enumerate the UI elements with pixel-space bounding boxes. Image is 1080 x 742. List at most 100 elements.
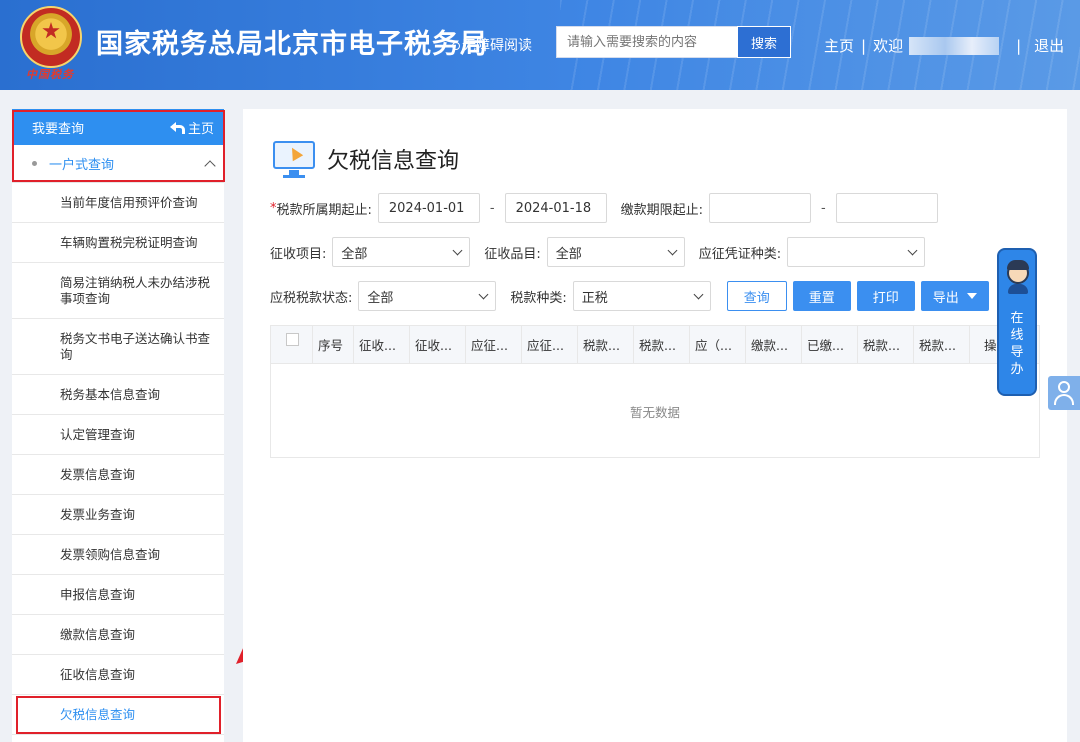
sidebar-item-arrears-query[interactable]: 欠税信息查询: [12, 695, 224, 735]
levy-product-value: 全部: [555, 246, 582, 262]
tax-type-select[interactable]: 正税: [572, 281, 711, 311]
main-panel: 欠税信息查询 * 税款所属期起止: 2024-01-01 - 2024-01-1…: [243, 109, 1067, 742]
sidebar-title: 我要查询: [32, 121, 85, 137]
status-label: 应税税款状态:: [270, 290, 353, 306]
chevron-down-icon: [693, 289, 704, 299]
reset-button[interactable]: 重置: [792, 281, 851, 311]
sidebar-group-one-stop-query[interactable]: 一户式查询: [12, 145, 224, 183]
column-header: 缴款...: [746, 326, 802, 363]
voucher-type-select[interactable]: [787, 237, 926, 267]
chevron-down-icon: [907, 245, 918, 255]
sidebar-item[interactable]: 申报信息查询: [12, 575, 224, 615]
site-header: 中国税务 国家税务总局北京市电子税务局 无障碍阅读 搜索 主页 | 欢迎 | 退出: [0, 0, 1080, 90]
sidebar-item[interactable]: 税务文书电子送达确认书查询: [12, 319, 224, 375]
deadline-start-input[interactable]: [708, 193, 811, 223]
sidebar-list: 当前年度信用预评价查询 车辆购置税完税证明查询 简易注销纳税人未办结涉税事项查询…: [12, 183, 224, 735]
export-button[interactable]: 导出: [920, 281, 989, 311]
online-guide-label: 在线导办: [1010, 311, 1024, 377]
table-header: 序号 征收... 征收... 应征... 应征... 税款... 税款... 应…: [271, 326, 1039, 364]
bullet-icon: [32, 161, 37, 166]
online-guide-widget[interactable]: 在线导办: [997, 248, 1037, 396]
form-row-status: 应税税款状态: 全部 税款种类: 正税 查询 重置 打印 导出: [270, 281, 989, 311]
sidebar-item[interactable]: 发票领购信息查询: [12, 535, 224, 575]
levy-product-label: 征收品目:: [484, 246, 541, 262]
column-header: 已缴...: [802, 326, 858, 363]
guide-avatar-icon: [1004, 258, 1032, 294]
tax-type-value: 正税: [581, 290, 608, 306]
sidebar: 我要查询 主页 一户式查询 当前年度信用预评价查询 车辆购置税完税证明查询 简易…: [12, 109, 224, 742]
column-header: 税款...: [634, 326, 690, 363]
sidebar-home-label: 主页: [187, 121, 214, 137]
column-header: 税款...: [858, 326, 914, 363]
page-title: 欠税信息查询: [327, 149, 460, 174]
period-start-input[interactable]: 2024-01-01: [377, 193, 480, 223]
back-arrow-icon: [169, 122, 185, 134]
top-nav: 主页 | 欢迎 | 退出: [824, 35, 1064, 56]
arrears-table: 序号 征收... 征收... 应征... 应征... 税款... 税款... 应…: [270, 325, 1040, 458]
select-all-cell: [271, 326, 313, 363]
sidebar-home-link[interactable]: 主页: [169, 118, 214, 137]
column-header: 征收...: [410, 326, 466, 363]
chevron-up-icon: [204, 159, 216, 172]
sidebar-item[interactable]: 发票信息查询: [12, 455, 224, 495]
sidebar-item[interactable]: 当前年度信用预评价查询: [12, 183, 224, 223]
accessibility-icon: [452, 42, 460, 50]
sidebar-item[interactable]: 简易注销纳税人未办结涉税事项查询: [12, 263, 224, 319]
logout-link[interactable]: 退出: [1034, 37, 1064, 55]
national-emblem-icon[interactable]: [20, 6, 82, 68]
period-label: 税款所属期起止:: [276, 202, 372, 218]
accessibility-label: 无障碍阅读: [462, 38, 532, 54]
column-header: 应征...: [466, 326, 522, 363]
column-header: 税款...: [578, 326, 634, 363]
levy-item-value: 全部: [341, 246, 368, 262]
column-header: 应（...: [690, 326, 746, 363]
sidebar-group-label: 一户式查询: [49, 158, 115, 173]
caret-down-icon: [966, 293, 977, 299]
query-button[interactable]: 查询: [726, 281, 787, 311]
column-header: 序号: [313, 326, 354, 363]
nav-separator: |: [861, 36, 867, 55]
levy-item-select[interactable]: 全部: [332, 237, 471, 267]
page-header: 欠税信息查询: [271, 139, 459, 179]
checkbox-icon[interactable]: [286, 333, 299, 346]
range-dash: -: [820, 200, 826, 216]
emblem-caption: 中国税务: [26, 68, 74, 81]
site-title[interactable]: 国家税务总局北京市电子税务局: [96, 22, 488, 61]
sidebar-item[interactable]: 认定管理查询: [12, 415, 224, 455]
chevron-down-icon: [478, 289, 489, 299]
deadline-end-input[interactable]: [835, 193, 938, 223]
welcome-text: 欢迎: [873, 37, 904, 55]
column-header: 应征...: [522, 326, 578, 363]
accessibility-link[interactable]: 无障碍阅读: [452, 35, 532, 55]
search-button[interactable]: 搜索: [737, 26, 791, 58]
sidebar-item[interactable]: 税务基本信息查询: [12, 375, 224, 415]
column-header: 税款...: [914, 326, 970, 363]
nav-separator: |: [1016, 36, 1022, 55]
deadline-label: 缴款期限起止:: [620, 202, 703, 218]
search-input[interactable]: [556, 26, 738, 58]
form-row-levy: 征收项目: 全部 征收品目: 全部 应征凭证种类:: [270, 237, 926, 267]
sidebar-item[interactable]: 征收信息查询: [12, 655, 224, 695]
tax-type-label: 税款种类:: [510, 290, 567, 306]
sidebar-item[interactable]: 缴款信息查询: [12, 615, 224, 655]
user-name-masked: [909, 36, 1000, 55]
status-value: 全部: [367, 290, 394, 306]
nav-home-link[interactable]: 主页: [824, 37, 854, 55]
period-end-input[interactable]: 2024-01-18: [504, 193, 607, 223]
sidebar-header: 我要查询 主页: [12, 109, 224, 145]
monitor-cursor-icon: [271, 139, 317, 179]
levy-item-label: 征收项目:: [270, 246, 327, 262]
range-dash: -: [489, 200, 495, 216]
print-button[interactable]: 打印: [856, 281, 915, 311]
sidebar-item[interactable]: 发票业务查询: [12, 495, 224, 535]
form-row-period: * 税款所属期起止: 2024-01-01 - 2024-01-18 缴款期限起…: [270, 193, 938, 223]
sidebar-item[interactable]: 车辆购置税完税证明查询: [12, 223, 224, 263]
column-header: 征收...: [354, 326, 410, 363]
levy-product-select[interactable]: 全部: [546, 237, 685, 267]
customer-service-icon[interactable]: [1048, 376, 1080, 410]
chevron-down-icon: [667, 245, 678, 255]
empty-state: 暂无数据: [629, 404, 680, 420]
export-label: 导出: [932, 290, 959, 306]
status-select[interactable]: 全部: [358, 281, 497, 311]
voucher-type-label: 应征凭证种类:: [698, 246, 782, 262]
